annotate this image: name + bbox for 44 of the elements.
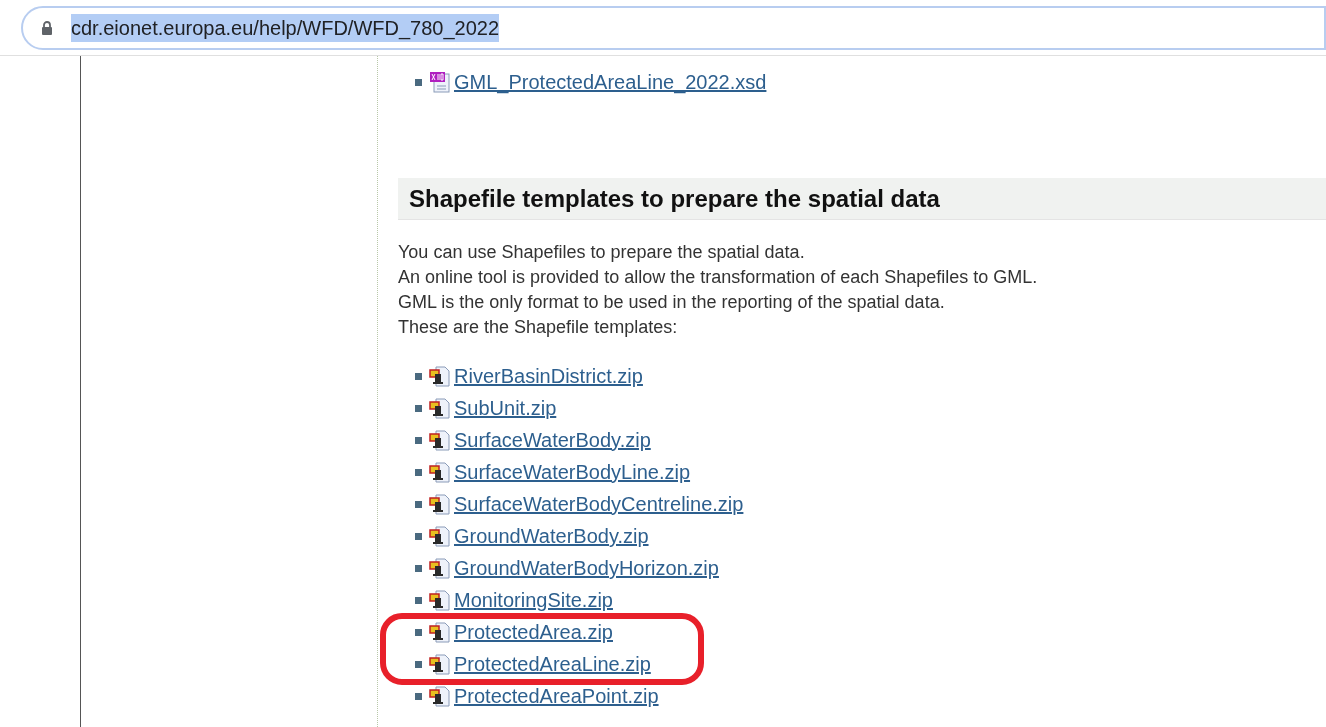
bullet-icon [415,436,422,444]
paragraph-line: GML is the only format to be used in the reporting of the spatial data. [398,291,946,314]
paragraph-line: These are the Shapefile templates: [398,316,679,339]
url-text: cdr.eionet.europa.eu/help/WFD/WFD_780_2022 [71,13,500,42]
archive-file-icon [429,557,451,579]
bullet-icon [415,660,422,668]
archive-file-icon [429,525,451,547]
archive-file-icon [429,493,451,515]
archive-file-icon [429,653,451,675]
bullet-icon [415,500,422,508]
file-link[interactable]: RiverBasinDistrict.zip [454,364,643,388]
bullet-icon [415,468,422,476]
file-link[interactable]: ProtectedAreaLine.zip [454,652,651,676]
archive-file-icon [429,397,451,419]
paragraph-line: An online tool is provided to allow the transformation of each Shapefiles to GML. [398,266,1039,289]
file-link[interactable]: SurfaceWaterBodyLine.zip [454,460,691,484]
file-link[interactable]: MonitoringSite.zip [454,588,613,612]
schema-file-icon [429,71,451,93]
bullet-icon [415,78,422,86]
archive-file-icon [429,685,451,707]
address-bar[interactable]: cdr.eionet.europa.eu/help/WFD/WFD_780_2022 [21,5,1326,50]
bullet-icon [415,596,422,604]
bullet-icon [415,564,422,572]
bullet-icon [415,372,422,380]
archive-file-icon [429,365,451,387]
file-link[interactable]: SurfaceWaterBody.zip [454,428,651,452]
bullet-icon [415,692,422,700]
paragraph-line: You can use Shapefiles to prepare the spatial data. [398,241,806,264]
bullet-icon [415,628,422,636]
file-link[interactable]: SurfaceWaterBodyCentreline.zip [454,492,744,516]
file-link[interactable]: ProtectedArea.zip [454,620,613,644]
bullet-icon [415,532,422,540]
bullet-icon [415,404,422,412]
file-link[interactable]: GroundWaterBody.zip [454,524,649,548]
file-link[interactable]: ProtectedAreaPoint.zip [454,684,659,708]
file-link[interactable]: SubUnit.zip [454,396,557,420]
lock-icon [41,20,53,35]
archive-file-icon [429,461,451,483]
archive-file-icon [429,429,451,451]
archive-file-icon [429,621,451,643]
section-heading: Shapefile templates to prepare the spatial data [398,178,1326,220]
file-link[interactable]: GroundWaterBodyHorizon.zip [454,556,719,580]
file-link[interactable]: GML_ProtectedAreaLine_2022.xsd [454,70,767,94]
archive-file-icon [429,589,451,611]
